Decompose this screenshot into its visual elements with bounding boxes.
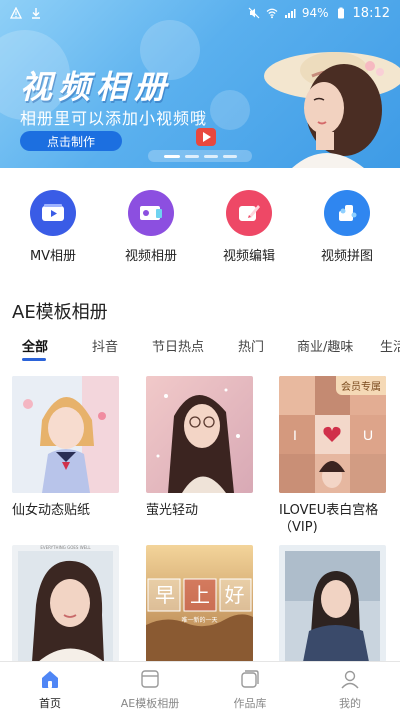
video-album-icon [128,190,174,236]
template-thumbnail [146,376,253,493]
signal-icon [284,9,296,18]
warning-icon [10,7,22,19]
action-label: 视频拼图 [320,249,373,264]
banner-photo [264,52,400,168]
profile-icon [341,670,359,689]
banner-subtitle: 相册里可以添加小视频哦 [20,109,208,128]
action-label: MV相册 [29,249,77,264]
greeting-char: 上 [190,583,210,607]
nav-label: 作品库 [233,697,267,710]
carousel-dot[interactable] [163,154,180,158]
category-tabs: 全部 抖音 节日热点 热门 商业/趣味 生活 [0,332,400,360]
banner-title: 视频相册 [20,68,173,106]
action-video-collage[interactable]: 视频拼图 [302,176,392,272]
template-card[interactable]: EVERYTHING GOES WELL [12,545,119,662]
clock: 18:12 [352,5,390,21]
quick-actions: MV相册 视频相册 视频编辑 视频拼图 [0,176,400,272]
thumbnail-caption: 唯一新的一天 [181,617,218,624]
template-card[interactable]: I U 会员专属 ILOVEU表白宫格（VIP) [279,376,386,536]
wifi-icon [266,8,278,19]
tab-holiday[interactable]: 节日热点 [152,336,204,355]
template-thumbnail: I U 会员专属 [279,376,386,493]
template-thumbnail: EVERYTHING GOES WELL [12,545,119,662]
section-title: AE模板相册 [12,302,108,323]
template-name: ILOVEU表白宫格（VIP) [279,503,379,535]
video-collage-icon [324,190,370,236]
template-thumbnail [279,545,386,662]
action-label: 视频编辑 [222,249,275,264]
template-card[interactable]: 萤光轻动 [146,376,253,519]
tab-indicator [22,358,46,361]
carousel-dot[interactable] [222,154,237,158]
template-name: 萤光轻动 [146,503,199,518]
status-bar: 94% 18:12 [0,0,400,26]
template-thumbnail: 早 上 好 唯一新的一天 [146,545,253,662]
template-icon [141,670,159,688]
template-card[interactable]: 仙女动态贴纸 [12,376,119,519]
promo-banner[interactable]: 94% 18:12 视频相册 相册里可以添加小视频哦 点击制作 [0,0,400,168]
nav-label: 我的 [339,697,361,710]
nav-templates[interactable]: AE模板相册 [100,662,200,711]
svg-text:U: U [363,427,373,443]
action-video-edit[interactable]: 视频编辑 [204,176,294,272]
template-card[interactable]: 早 上 好 唯一新的一天 [146,545,253,662]
download-icon [32,8,40,19]
create-button[interactable]: 点击制作 [20,131,122,151]
template-card[interactable] [279,545,386,662]
tab-life[interactable]: 生活 [380,336,400,355]
nav-label: 首页 [39,697,61,710]
greeting-overlay: 早 上 好 [148,579,251,611]
bottom-nav: 首页 AE模板相册 作品库 我的 [0,661,400,711]
battery-icon [337,7,344,19]
nav-profile[interactable]: 我的 [300,662,400,711]
carousel-dot[interactable] [184,154,199,158]
carousel-dot[interactable] [203,154,218,158]
video-edit-icon [226,190,272,236]
template-thumbnail [12,376,119,493]
vip-badge: 会员专属 [336,376,386,395]
tab-business-fun[interactable]: 商业/趣味 [297,336,353,355]
svg-text:I: I [293,427,297,443]
greeting-char: 好 [224,583,245,607]
tab-all[interactable]: 全部 [22,336,48,355]
greeting-char: 早 [155,583,175,607]
mute-icon [248,7,260,19]
play-icon [196,128,216,146]
battery-level: 94% [301,6,329,20]
carousel-indicator [148,150,252,162]
nav-home[interactable]: 首页 [0,662,100,711]
nav-works[interactable]: 作品库 [200,662,300,711]
action-mv-album[interactable]: MV相册 [8,176,98,272]
works-icon [241,670,259,688]
action-label: 视频相册 [124,249,177,264]
action-video-album[interactable]: 视频相册 [106,176,196,272]
tab-douyin[interactable]: 抖音 [92,336,118,355]
tab-popular[interactable]: 热门 [238,336,264,355]
nav-label: AE模板相册 [120,697,180,710]
thumbnail-caption: EVERYTHING GOES WELL [40,545,91,550]
mv-album-icon [30,190,76,236]
home-icon [42,671,58,688]
template-name: 仙女动态贴纸 [12,503,91,518]
